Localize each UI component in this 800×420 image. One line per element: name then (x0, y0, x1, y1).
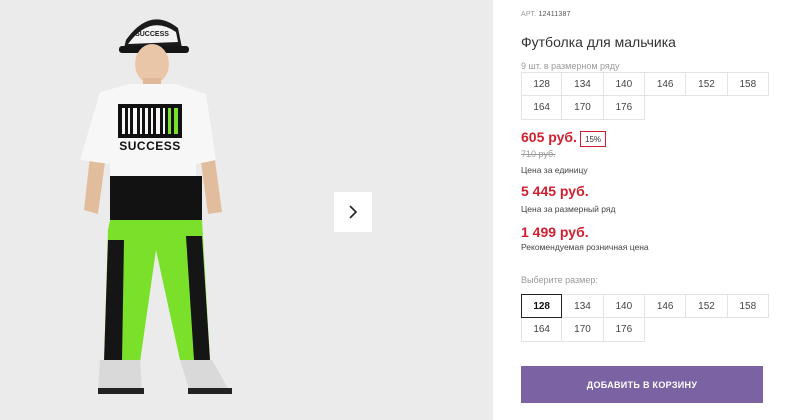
size-selector: 128 134 140 146 152 158 164 170 176 (521, 294, 769, 342)
size-option[interactable]: 158 (727, 294, 769, 318)
article-prefix: АРТ. (521, 11, 537, 18)
unit-price: 605 руб. (521, 129, 577, 145)
next-image-button[interactable] (334, 192, 372, 232)
add-to-cart-button[interactable]: ДОБАВИТЬ В КОРЗИНУ (521, 366, 763, 403)
product-page: SUCCESS SUCCESS АРТ. 12411387 Футболка д… (0, 0, 800, 420)
size-option[interactable]: 146 (644, 294, 687, 318)
unit-price-caption: Цена за единицу (521, 165, 588, 175)
set-size-cell: 140 (603, 72, 645, 96)
product-photo: SUCCESS SUCCESS (0, 0, 493, 420)
retail-price: 1 499 руб. (521, 224, 589, 240)
set-size-cell: 134 (562, 72, 604, 96)
size-option[interactable]: 176 (603, 318, 645, 342)
size-option[interactable]: 170 (562, 318, 604, 342)
set-size-cell: 158 (727, 72, 769, 96)
cap-text: SUCCESS (135, 31, 169, 38)
size-option-selected[interactable]: 128 (521, 294, 563, 318)
choose-size-label: Выберите размер: (521, 275, 598, 285)
discount-badge: 15% (580, 131, 607, 147)
shirt-print-text: SUCCESS (119, 139, 181, 153)
set-price: 5 445 руб. (521, 183, 589, 199)
set-price-caption: Цена за размерный ряд (521, 204, 616, 214)
set-size-cell: 128 (521, 72, 563, 96)
size-option[interactable]: 134 (562, 294, 604, 318)
size-set-grid: 128 134 140 146 152 158 164 170 176 (521, 72, 769, 120)
size-option[interactable]: 152 (686, 294, 728, 318)
size-option[interactable]: 140 (603, 294, 645, 318)
old-price: 710 руб. (521, 149, 556, 159)
set-size-cell: 170 (562, 96, 604, 120)
article-number: АРТ. 12411387 (521, 11, 571, 18)
set-size-cell: 176 (603, 96, 645, 120)
set-size-cell: 164 (521, 96, 563, 120)
set-size-cell: 146 (644, 72, 687, 96)
size-option[interactable]: 164 (521, 318, 563, 342)
retail-price-caption: Рекомендуемая розничная цена (521, 242, 649, 252)
set-count-note: 9 шт. в размерном ряду (521, 61, 620, 71)
article-value: 12411387 (538, 11, 571, 18)
product-title: Футболка для мальчика (521, 34, 676, 50)
product-info: АРТ. 12411387 Футболка для мальчика 9 шт… (521, 0, 800, 420)
product-gallery: SUCCESS SUCCESS (0, 0, 493, 420)
chevron-right-icon (349, 205, 358, 219)
set-size-cell: 152 (686, 72, 728, 96)
